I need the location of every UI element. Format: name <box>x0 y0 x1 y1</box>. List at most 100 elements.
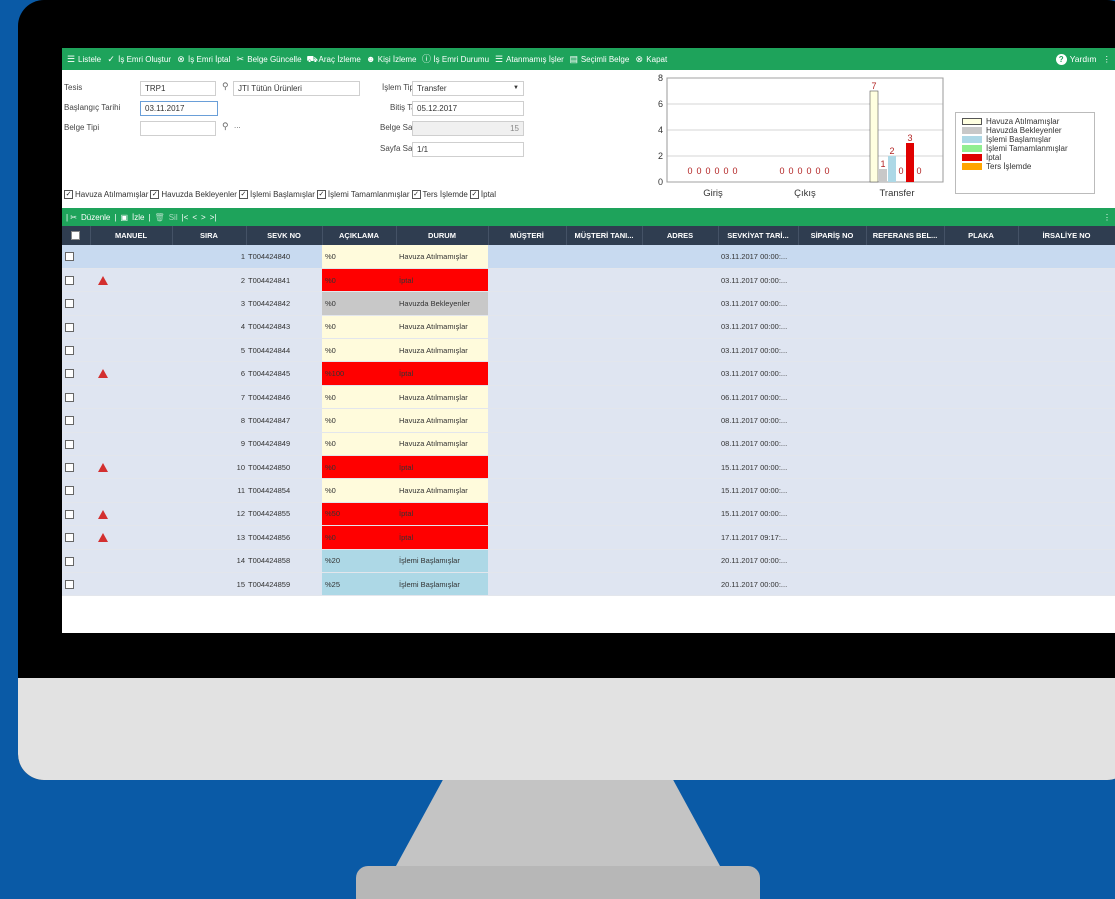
operation-type-select[interactable]: Transfer ▼ <box>412 81 524 96</box>
select-all-checkbox[interactable] <box>62 226 91 245</box>
table-row[interactable]: 8 T004424847 %0 Havuza Atılmamışlar 08.11.20… <box>62 408 1115 433</box>
grid-menu-icon[interactable]: ⋮ <box>1103 213 1111 222</box>
help-button[interactable]: Yardım <box>1070 54 1097 64</box>
column-header[interactable]: SEVKİYAT TARİ... <box>718 226 799 245</box>
toolbar-button-1[interactable]: ✓ İş Emri Oluştur <box>106 54 171 64</box>
toolbar-button-7[interactable]: ☰ Atanmamış İşler <box>494 54 564 64</box>
table-row[interactable]: 13 T004424856 %0 İptal 17.11.2017 09:17:... <box>62 525 1115 550</box>
row-checkbox[interactable] <box>65 299 74 309</box>
row-checkbox[interactable] <box>65 486 74 496</box>
row-select-cell[interactable] <box>62 432 90 457</box>
empty-cell <box>642 478 718 503</box>
table-row[interactable]: 6 T004424845 %100 İptal 03.11.2017 00:00:... <box>62 361 1115 386</box>
table-row[interactable]: 10 T004424850 %0 İptal 15.11.2017 00:00:... <box>62 455 1115 480</box>
table-row[interactable]: 9 T004424849 %0 Havuza Atılmamışlar 08.11.20… <box>62 432 1115 457</box>
toolbar-button-2[interactable]: ⊗ İş Emri İptal <box>176 54 230 64</box>
cancel-circle-icon: ⊗ <box>177 54 185 64</box>
row-checkbox[interactable] <box>65 416 74 426</box>
table-row[interactable]: 14 T004424858 %20 İşlemi Başlamışlar 20.11.2… <box>62 549 1115 573</box>
row-select-cell[interactable] <box>62 291 90 316</box>
search-icon[interactable]: ⚲ <box>222 121 229 132</box>
toolbar-button-4[interactable]: ⛟ Araç İzleme <box>307 54 361 64</box>
row-select-cell[interactable] <box>62 245 90 269</box>
more-options-button[interactable]: ... <box>234 121 241 130</box>
column-header[interactable]: REFERANS BEL... <box>866 226 945 245</box>
delete-button[interactable]: Sil <box>169 213 178 222</box>
table-row[interactable]: 11 T004424854 %0 Havuza Atılmamışlar 15.11.2… <box>62 478 1115 503</box>
document-type-input[interactable] <box>140 121 216 136</box>
toolbar-button-0[interactable]: ☰ Listele <box>66 54 101 64</box>
toolbar-button-8[interactable]: ▤ Seçimli Belge <box>569 54 630 64</box>
column-header[interactable]: İRSALİYE NO <box>1018 226 1115 245</box>
toolbar-button-9[interactable]: ⊗ Kapat <box>634 54 668 64</box>
end-date-input[interactable]: 05.12.2017 <box>412 101 524 116</box>
status-checkbox-1[interactable]: ✓ Havuzda Bekleyenler <box>150 190 237 199</box>
row-select-cell[interactable] <box>62 525 90 550</box>
toolbar-button-6[interactable]: ⓘ İş Emri Durumu <box>421 54 489 64</box>
row-select-cell[interactable] <box>62 268 90 293</box>
row-checkbox[interactable] <box>65 462 74 472</box>
column-header[interactable]: MÜŞTERİ TANI... <box>566 226 643 245</box>
next-page-button[interactable]: > <box>201 213 206 222</box>
row-select-cell[interactable] <box>62 385 90 410</box>
column-header[interactable]: SIRA <box>172 226 247 245</box>
row-checkbox[interactable] <box>65 392 74 402</box>
column-header[interactable]: SİPARİŞ NO <box>798 226 867 245</box>
row-checkbox[interactable] <box>65 439 74 449</box>
row-checkbox[interactable] <box>65 252 74 262</box>
table-row[interactable]: 7 T004424846 %0 Havuza Atılmamışlar 06.11.20… <box>62 385 1115 410</box>
table-row[interactable]: 12 T004424855 %50 İptal 15.11.2017 00:00:... <box>62 502 1115 527</box>
start-date-input[interactable]: 03.11.2017 <box>140 101 218 116</box>
watch-button[interactable]: İzle <box>132 213 144 222</box>
column-header[interactable]: SEVK NO <box>246 226 323 245</box>
last-page-button[interactable]: >| <box>210 213 217 222</box>
bar-value-label: 1 <box>880 159 885 169</box>
toolbar-button-3[interactable]: ✂ Belge Güncelle <box>235 54 301 64</box>
column-header[interactable]: DURUM <box>396 226 489 245</box>
first-page-button[interactable]: |< <box>182 213 189 222</box>
row-select-cell[interactable] <box>62 361 90 386</box>
status-checkbox-5[interactable]: ✓ İptal <box>469 190 496 199</box>
table-row[interactable]: 3 T004424842 %0 Havuzda Bekleyenler 03.11.20… <box>62 291 1115 316</box>
row-select-cell[interactable] <box>62 549 90 573</box>
aciklama-cell: %50 <box>322 502 396 527</box>
column-header[interactable]: ADRES <box>642 226 719 245</box>
row-checkbox[interactable] <box>65 533 74 543</box>
status-checkbox-3[interactable]: ✓ İşlemi Tamamlanmışlar <box>316 190 410 199</box>
status-checkbox-2[interactable]: ✓ İşlemi Başlamışlar <box>238 190 315 199</box>
row-select-cell[interactable] <box>62 572 90 597</box>
row-select-cell[interactable] <box>62 502 90 527</box>
row-checkbox[interactable] <box>65 346 74 356</box>
toolbar-button-5[interactable]: ☻ Kişi İzleme <box>366 54 416 64</box>
more-icon[interactable]: ⋮ <box>1103 54 1112 65</box>
tesis-label: Tesis <box>64 83 83 92</box>
status-checkbox-4[interactable]: ✓ Ters İşlemde <box>411 190 468 199</box>
table-row[interactable]: 1 T004424840 %0 Havuza Atılmamışlar 03.11.20… <box>62 245 1115 269</box>
tesis-input[interactable]: TRP1 <box>140 81 216 96</box>
column-header[interactable]: PLAKA <box>944 226 1019 245</box>
row-checkbox[interactable] <box>65 509 74 519</box>
column-header[interactable]: MANUEL <box>90 226 173 245</box>
manuel-cell <box>90 338 172 363</box>
row-checkbox[interactable] <box>65 275 74 285</box>
row-select-cell[interactable] <box>62 478 90 503</box>
row-select-cell[interactable] <box>62 338 90 363</box>
aciklama-cell: %0 <box>322 525 396 550</box>
row-checkbox[interactable] <box>65 556 74 566</box>
table-row[interactable]: 5 T004424844 %0 Havuza Atılmamışlar 03.11.20… <box>62 338 1115 363</box>
prev-page-button[interactable]: < <box>192 213 197 222</box>
edit-button[interactable]: Düzenle <box>81 213 110 222</box>
row-select-cell[interactable] <box>62 455 90 480</box>
row-select-cell[interactable] <box>62 408 90 433</box>
row-checkbox[interactable] <box>65 322 74 332</box>
table-row[interactable]: 2 T004424841 %0 İptal 03.11.2017 00:00:... <box>62 268 1115 293</box>
table-row[interactable]: 15 T004424859 %25 İşlemi Başlamışlar 20.11.2… <box>62 572 1115 597</box>
row-select-cell[interactable] <box>62 315 90 340</box>
column-header[interactable]: AÇIKLAMA <box>322 226 397 245</box>
status-checkbox-0[interactable]: ✓ Havuza Atılmamışlar <box>64 190 148 199</box>
column-header[interactable]: MÜŞTERİ <box>488 226 567 245</box>
table-row[interactable]: 4 T004424843 %0 Havuza Atılmamışlar 03.11.20… <box>62 315 1115 340</box>
row-checkbox[interactable] <box>65 579 74 589</box>
row-checkbox[interactable] <box>65 369 74 379</box>
search-icon[interactable]: ⚲ <box>222 81 229 92</box>
